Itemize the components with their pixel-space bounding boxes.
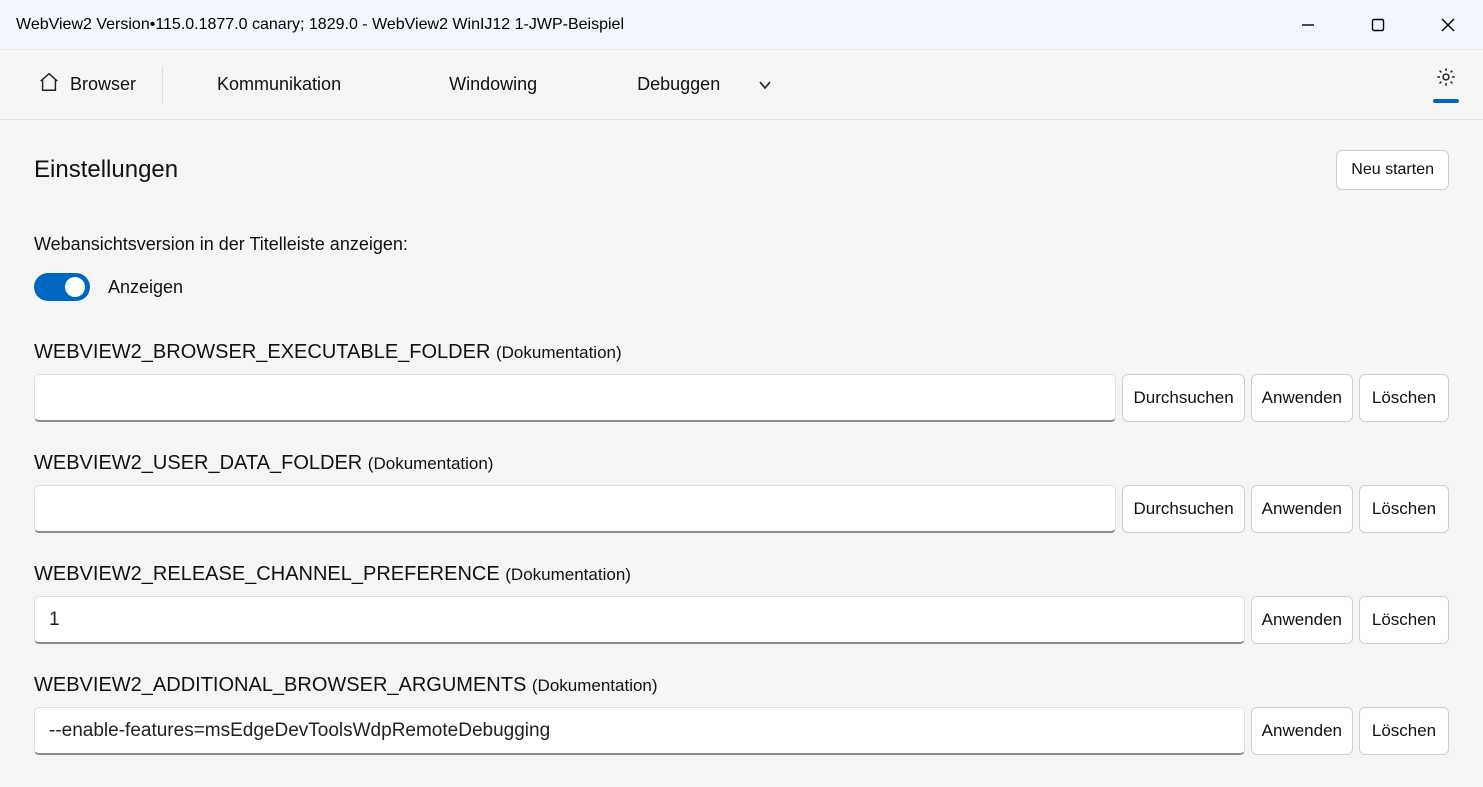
release-clear-button[interactable]: Löschen [1359,596,1449,644]
doc-link[interactable]: (Dokumentation) [368,454,494,473]
menubar: Browser Kommunikation Windowing Debuggen [0,50,1483,120]
user-data-clear-button[interactable]: Löschen [1359,485,1449,533]
release-apply-button[interactable]: Anwenden [1251,596,1353,644]
args-input[interactable] [34,707,1245,755]
setting-args-label: WEBVIEW2_ADDITIONAL_BROWSER_ARGUMENTS [34,674,526,696]
menu-debuggen-label: Debuggen [637,74,720,95]
setting-exe-folder-label: WEBVIEW2_BROWSER_EXECUTABLE_FOLDER [34,341,490,363]
menu-kommunikation-label: Kommunikation [217,74,341,95]
menu-windowing[interactable]: Windowing [389,50,597,119]
setting-release: WEBVIEW2_RELEASE_CHANNEL_PREFERENCE (Dok… [34,563,1449,644]
menu-windowing-label: Windowing [449,74,537,95]
content: Einstellungen Neu starten Webansichtsver… [0,120,1483,787]
exe-folder-apply-button[interactable]: Anwenden [1251,374,1353,422]
window-title: WebView2 Version•115.0.1877.0 canary; 18… [16,16,624,34]
menu-debuggen[interactable]: Debuggen [597,50,812,119]
menu-separator [162,66,163,104]
home-icon [38,71,60,98]
active-tab-indicator [1433,99,1459,103]
user-data-input[interactable] [34,485,1116,533]
doc-link[interactable]: (Dokumentation) [505,565,631,584]
show-version-toggle-label: Anzeigen [108,277,183,298]
doc-link[interactable]: (Dokumentation) [532,676,658,695]
restart-button[interactable]: Neu starten [1336,150,1449,190]
minimize-button[interactable] [1273,0,1343,49]
release-input[interactable] [34,596,1245,644]
setting-exe-folder: WEBVIEW2_BROWSER_EXECUTABLE_FOLDER (Doku… [34,341,1449,422]
user-data-apply-button[interactable]: Anwenden [1251,485,1353,533]
maximize-button[interactable] [1343,0,1413,49]
titlebar: WebView2 Version•115.0.1877.0 canary; 18… [0,0,1483,50]
gear-icon [1435,66,1457,93]
menu-browser-label: Browser [70,74,136,95]
exe-folder-input[interactable] [34,374,1116,422]
setting-user-data-label: WEBVIEW2_USER_DATA_FOLDER [34,452,362,474]
settings-button[interactable] [1433,66,1465,103]
show-version-label: Webansichtsversion in der Titelleiste an… [34,234,1449,255]
menu-kommunikation[interactable]: Kommunikation [169,50,389,119]
setting-args: WEBVIEW2_ADDITIONAL_BROWSER_ARGUMENTS (D… [34,674,1449,755]
args-apply-button[interactable]: Anwenden [1251,707,1353,755]
menu-browser[interactable]: Browser [18,50,156,119]
args-clear-button[interactable]: Löschen [1359,707,1449,755]
show-version-toggle[interactable] [34,273,90,301]
doc-link[interactable]: (Dokumentation) [496,343,622,362]
page-title: Einstellungen [34,156,178,184]
setting-user-data: WEBVIEW2_USER_DATA_FOLDER (Dokumentation… [34,452,1449,533]
exe-folder-clear-button[interactable]: Löschen [1359,374,1449,422]
close-button[interactable] [1413,0,1483,49]
window-controls [1273,0,1483,49]
setting-release-label: WEBVIEW2_RELEASE_CHANNEL_PREFERENCE [34,563,500,585]
user-data-browse-button[interactable]: Durchsuchen [1122,485,1244,533]
exe-folder-browse-button[interactable]: Durchsuchen [1122,374,1244,422]
chevron-down-icon [758,78,772,92]
